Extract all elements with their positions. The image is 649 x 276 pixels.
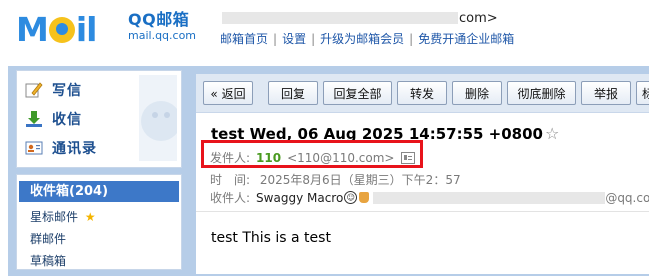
folder-group-mail[interactable]: 群邮件 — [30, 230, 66, 247]
mail-body: test This is a test — [211, 230, 331, 246]
contact-card-icon — [25, 139, 43, 157]
star-icon: ★ — [84, 210, 96, 224]
permanent-delete-button[interactable]: 彻底删除 — [507, 81, 576, 105]
smiley-emoji-icon: ☺ — [344, 191, 358, 204]
highlight-box — [201, 140, 423, 168]
header-divider — [196, 211, 649, 212]
contacts-label: 通讯录 — [52, 141, 97, 157]
recipient-row: 收件人: Swaggy Macro ☺ @qq.com> — [210, 189, 649, 206]
mark-button[interactable]: 标 — [636, 81, 649, 105]
folder-list: 收件箱(204) 星标邮件 ★ 群邮件 草稿箱 — [16, 174, 182, 270]
account-suffix: com> — [459, 10, 498, 26]
recipient-label: 收件人: — [210, 191, 251, 205]
separator: | — [409, 32, 414, 46]
report-button[interactable]: 举报 — [581, 81, 631, 105]
separator: | — [311, 32, 316, 46]
pencil-icon — [25, 81, 43, 99]
reply-button[interactable]: 回复 — [268, 81, 318, 105]
time-value: 2025年8月6日（星期三）下午2：57 — [259, 173, 461, 187]
link-home[interactable]: 邮箱首页 — [220, 32, 268, 46]
time-label: 时 间: — [210, 173, 251, 187]
delete-button[interactable]: 删除 — [452, 81, 502, 105]
recipient-redacted — [373, 191, 606, 204]
brand-url: mail.qq.com — [128, 29, 197, 42]
reply-all-button[interactable]: 回复全部 — [323, 81, 392, 105]
logo-o-icon — [48, 17, 75, 43]
qq-mail-logo[interactable]: M il — [16, 10, 98, 49]
account-redacted — [222, 12, 458, 24]
receive-label: 收信 — [52, 112, 82, 128]
folder-drafts[interactable]: 草稿箱 — [30, 252, 66, 269]
logo-letter-m: M — [16, 10, 49, 49]
penguin-stamp-icon — [139, 75, 177, 161]
folder-inbox[interactable]: 收件箱(204) — [19, 181, 179, 202]
star-outline-icon[interactable]: ☆ — [545, 124, 559, 143]
link-upgrade-member[interactable]: 升级为邮箱会员 — [320, 32, 404, 46]
link-enterprise-mail[interactable]: 免费开通企业邮箱 — [418, 32, 514, 46]
logo-letters-il: il — [75, 10, 98, 49]
back-button[interactable]: « 返回 — [203, 81, 253, 105]
recipient-name[interactable]: Swaggy Macro — [256, 191, 343, 205]
contacts-button[interactable]: 通讯录 — [25, 138, 97, 158]
receive-button[interactable]: 收信 — [25, 109, 82, 129]
brand-name: QQ邮箱 — [128, 10, 190, 29]
money-bag-emoji-icon — [359, 192, 370, 203]
compose-label: 写信 — [52, 83, 82, 99]
download-icon — [25, 110, 43, 128]
compose-button[interactable]: 写信 — [25, 80, 82, 100]
time-row: 时 间: 2025年8月6日（星期三）下午2：57 — [210, 171, 461, 188]
folder-starred[interactable]: 星标邮件 ★ — [30, 208, 96, 225]
recipient-suffix: @qq.com> — [605, 190, 649, 205]
separator: | — [273, 32, 278, 46]
link-settings[interactable]: 设置 — [282, 32, 306, 46]
quick-actions: 写信 收信 通讯录 — [16, 70, 182, 168]
forward-button[interactable]: 转发 — [397, 81, 447, 105]
folder-starred-label: 星标邮件 — [30, 210, 79, 224]
account-address: com> — [222, 9, 498, 27]
brand: QQ邮箱 mail.qq.com — [128, 10, 197, 43]
top-links: 邮箱首页 | 设置 | 升级为邮箱会员 | 免费开通企业邮箱 — [220, 30, 514, 47]
